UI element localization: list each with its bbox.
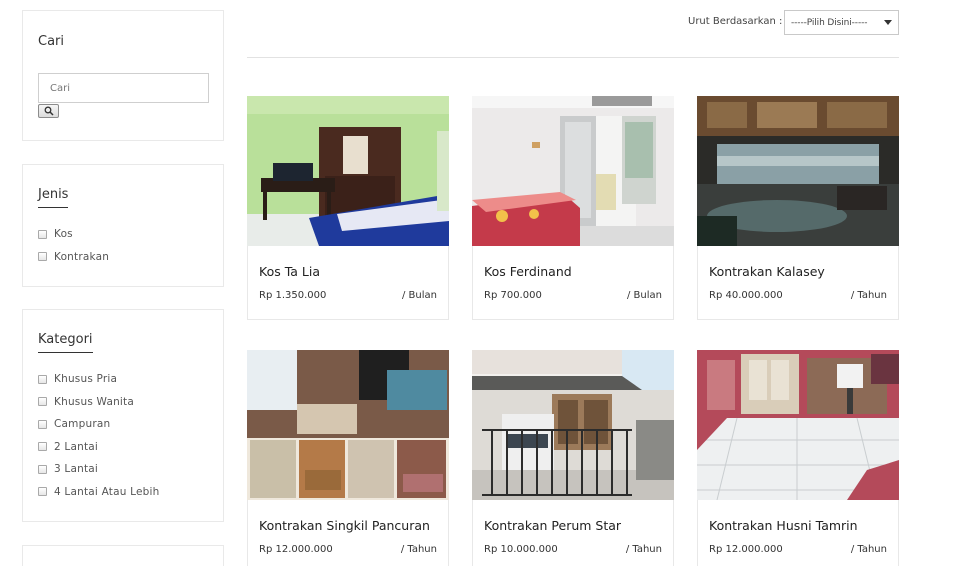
caret-down-icon — [884, 20, 892, 25]
listing-photo[interactable] — [472, 96, 674, 246]
filter-option[interactable]: Campuran — [38, 413, 159, 436]
kategori-panel: Kategori Khusus Pria Khusus Wanita Campu… — [22, 309, 224, 522]
listing-name[interactable]: Kontrakan Singkil Pancuran — [259, 518, 430, 533]
filter-option[interactable]: Kontrakan — [38, 246, 109, 269]
sort-selected-value: -----Pilih Disini----- — [791, 17, 868, 28]
option-label: Kontrakan — [54, 250, 110, 263]
kategori-panel-title: Kategori — [38, 332, 93, 353]
listing-card[interactable]: Kontrakan Husni Tamrin Rp 12.000.000 / T… — [697, 350, 899, 566]
listing-card[interactable]: Kontrakan Perum Star Rp 10.000.000 / Tah… — [472, 350, 674, 566]
option-label: 3 Lantai — [54, 463, 99, 476]
checkbox[interactable] — [38, 397, 47, 407]
checkbox[interactable] — [38, 229, 47, 239]
listing-name[interactable]: Kos Ferdinand — [484, 264, 572, 279]
listing-photo[interactable] — [472, 350, 674, 500]
jenis-list: Kos Kontrakan — [38, 223, 109, 268]
filter-option[interactable]: Khusus Wanita — [38, 391, 159, 414]
option-label: 2 Lantai — [54, 440, 99, 453]
listing-period: / Tahun — [850, 544, 887, 555]
listing-photo[interactable] — [247, 350, 449, 500]
listing-period: / Bulan — [402, 290, 437, 301]
kategori-list: Khusus Pria Khusus Wanita Campuran 2 Lan… — [38, 368, 159, 503]
checkbox[interactable] — [38, 419, 47, 429]
listing-name[interactable]: Kontrakan Kalasey — [709, 264, 825, 279]
listing-card[interactable]: Kos Ferdinand Rp 700.000 / Bulan — [472, 96, 674, 320]
listing-period: / Tahun — [625, 544, 662, 555]
search-panel-title: Cari — [38, 34, 64, 49]
search-box[interactable] — [38, 73, 209, 103]
listing-price: Rp 40.000.000 — [709, 290, 783, 301]
listing-name[interactable]: Kos Ta Lia — [259, 264, 320, 279]
option-label: Khusus Pria — [54, 373, 118, 386]
listing-photo[interactable] — [247, 96, 449, 246]
sort-label: Urut Berdasarkan : — [688, 16, 783, 27]
listing-card[interactable]: Kontrakan Singkil Pancuran Rp 12.000.000… — [247, 350, 449, 566]
listing-price: Rp 1.350.000 — [259, 290, 327, 301]
divider — [247, 57, 899, 58]
checkbox[interactable] — [38, 374, 47, 384]
checkbox[interactable] — [38, 252, 47, 262]
filter-option[interactable]: 4 Lantai Atau Lebih — [38, 481, 159, 504]
search-icon — [44, 106, 54, 116]
jenis-panel: Jenis Kos Kontrakan — [22, 164, 224, 287]
option-label: Campuran — [54, 418, 111, 431]
listing-name[interactable]: Kontrakan Husni Tamrin — [709, 518, 858, 533]
filter-option[interactable]: Khusus Pria — [38, 368, 159, 391]
checkbox[interactable] — [38, 487, 47, 497]
additional-panel — [22, 545, 224, 566]
listing-photo[interactable] — [697, 96, 899, 246]
search-panel: Cari — [22, 10, 224, 141]
option-label: 4 Lantai Atau Lebih — [54, 485, 160, 498]
listing-period: / Tahun — [850, 290, 887, 301]
listing-period: / Tahun — [400, 544, 437, 555]
filter-option[interactable]: 2 Lantai — [38, 436, 159, 459]
listing-photo[interactable] — [697, 350, 899, 500]
jenis-panel-title: Jenis — [38, 187, 69, 208]
option-label: Khusus Wanita — [54, 395, 134, 408]
listing-price: Rp 12.000.000 — [709, 544, 783, 555]
sort-select[interactable]: -----Pilih Disini----- — [784, 10, 899, 35]
listing-price: Rp 12.000.000 — [259, 544, 333, 555]
listing-price: Rp 700.000 — [484, 290, 542, 301]
listing-name[interactable]: Kontrakan Perum Star — [484, 518, 621, 533]
checkbox[interactable] — [38, 464, 47, 474]
search-button[interactable] — [38, 104, 59, 118]
checkbox[interactable] — [38, 442, 47, 452]
search-input[interactable] — [39, 74, 208, 102]
listing-price: Rp 10.000.000 — [484, 544, 558, 555]
option-label: Kos — [54, 228, 73, 241]
listing-period: / Bulan — [627, 290, 662, 301]
listing-card[interactable]: Kontrakan Kalasey Rp 40.000.000 / Tahun — [697, 96, 899, 320]
filter-option[interactable]: 3 Lantai — [38, 458, 159, 481]
listing-card[interactable]: Kos Ta Lia Rp 1.350.000 / Bulan — [247, 96, 449, 320]
filter-option[interactable]: Kos — [38, 223, 109, 246]
